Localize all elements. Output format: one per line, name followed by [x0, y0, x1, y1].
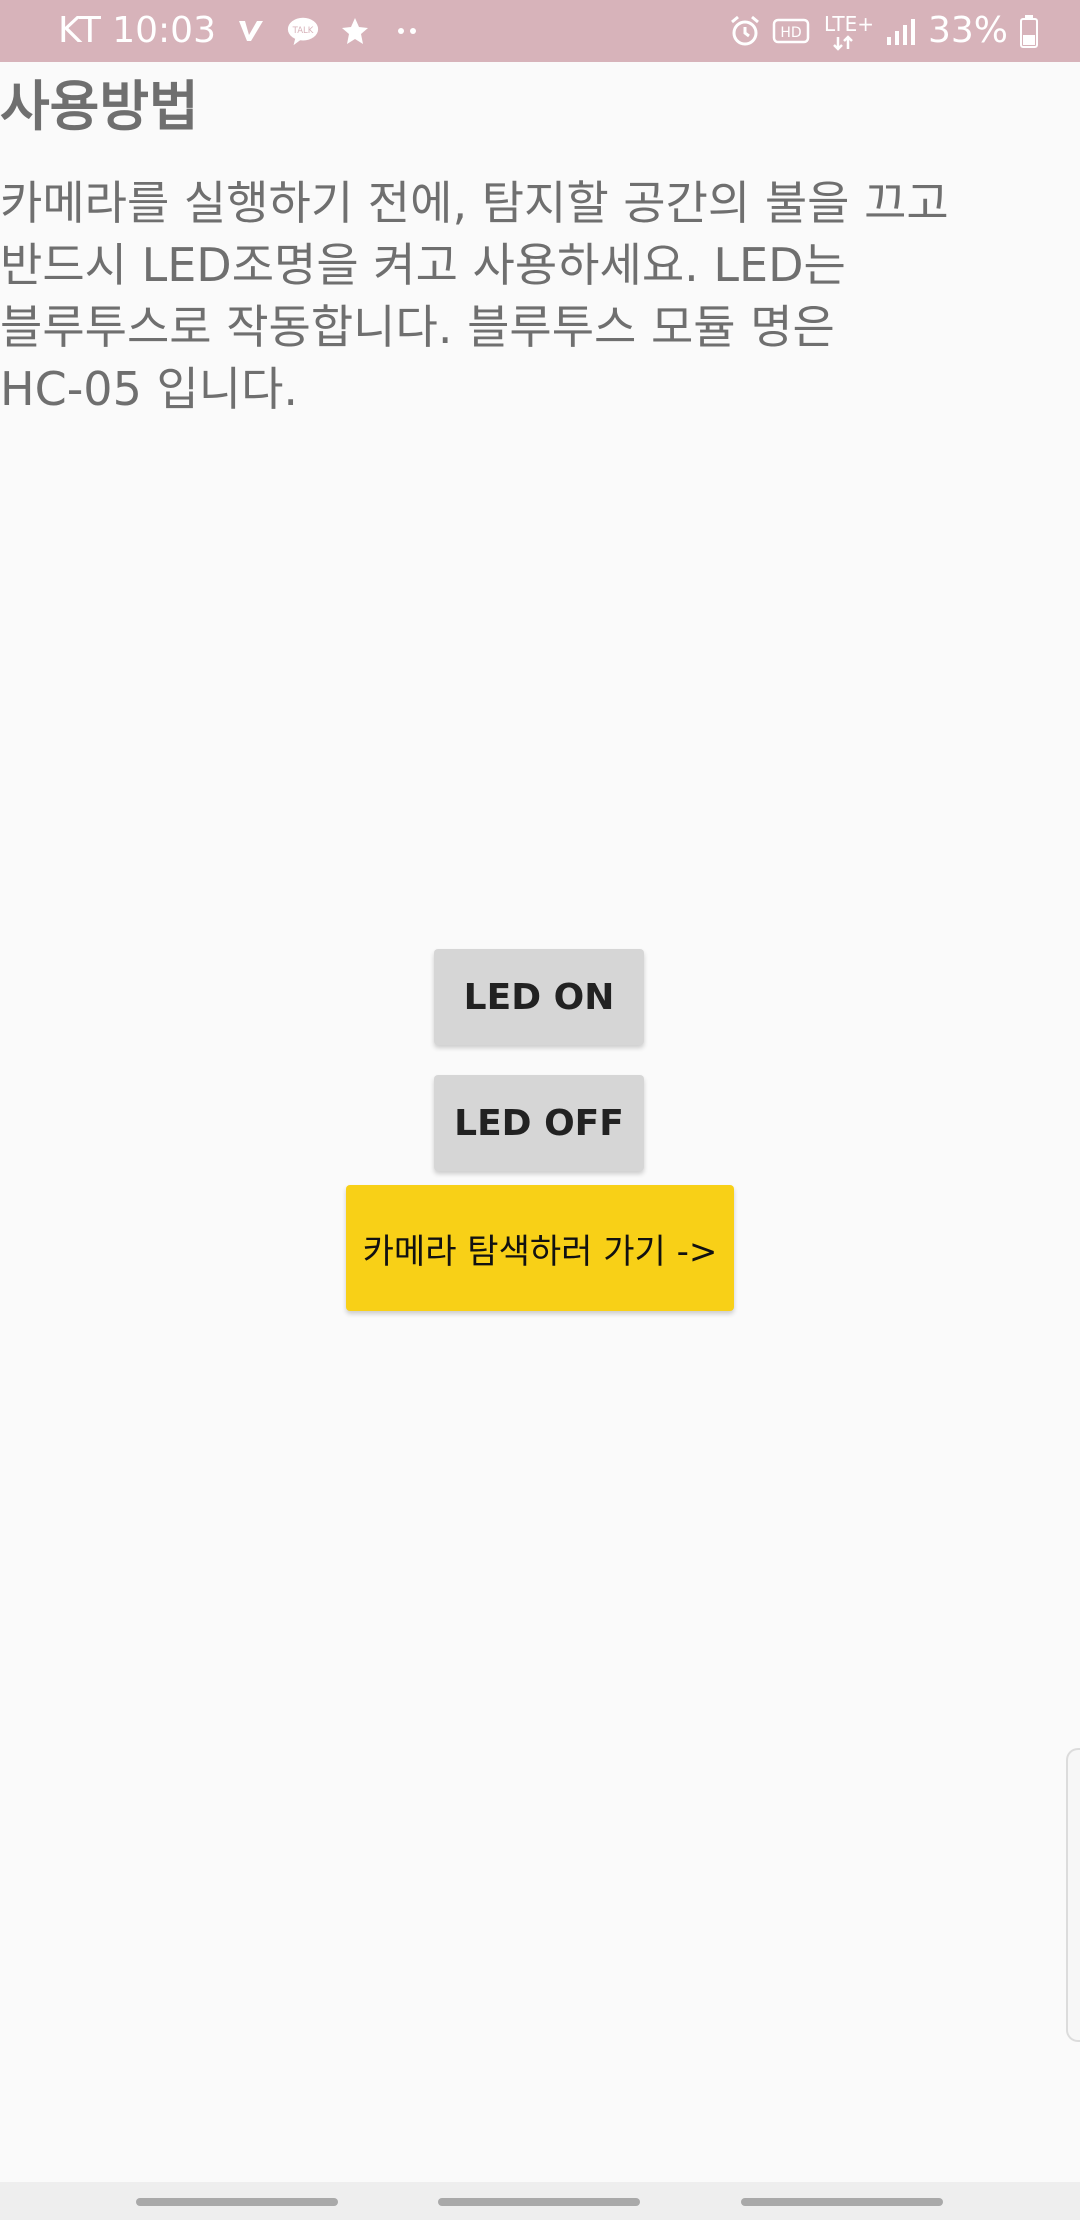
star-icon [338, 14, 372, 48]
hd-voice-icon: HD [772, 14, 812, 48]
usage-description: 카메라를 실행하기 전에, 탐지할 공간의 불을 끄고 반드시 LED조명을 켜… [0, 176, 949, 416]
viber-icon [234, 14, 268, 48]
status-right: HD LTE+ 33% [728, 10, 1040, 52]
camera-search-button[interactable]: 카메라 탐색하러 가기 -> [346, 1185, 734, 1311]
status-bar: KT 10:03 TALK HD LTE+ 33% [0, 0, 1080, 62]
hd-label: HD [780, 25, 801, 41]
gesture-hint-home[interactable] [438, 2198, 640, 2206]
status-left: KT 10:03 TALK [58, 10, 424, 52]
battery-icon [1018, 14, 1040, 48]
alarm-icon [728, 14, 762, 48]
network-label: LTE+ [824, 12, 874, 36]
edge-panel-handle[interactable] [1066, 1748, 1080, 2042]
app-screen: KT 10:03 TALK HD LTE+ 33% 사용방법 카메라를 실행하기… [0, 0, 1080, 2220]
battery-percent: 33% [927, 10, 1008, 51]
gesture-navigation-bar [0, 2182, 1080, 2220]
more-notifications-icon [390, 14, 424, 48]
kakaotalk-icon: TALK [286, 14, 320, 48]
signal-icon [884, 14, 918, 48]
led-on-button[interactable]: LED ON [434, 949, 644, 1045]
led-off-button[interactable]: LED OFF [434, 1075, 644, 1171]
carrier-time: KT 10:03 [58, 10, 216, 51]
lte-plus-icon: LTE+ [822, 12, 874, 51]
talk-label: TALK [292, 26, 314, 36]
gesture-hint-back[interactable] [741, 2198, 943, 2206]
page-title: 사용방법 [0, 75, 199, 138]
gesture-hint-recents[interactable] [136, 2198, 338, 2206]
